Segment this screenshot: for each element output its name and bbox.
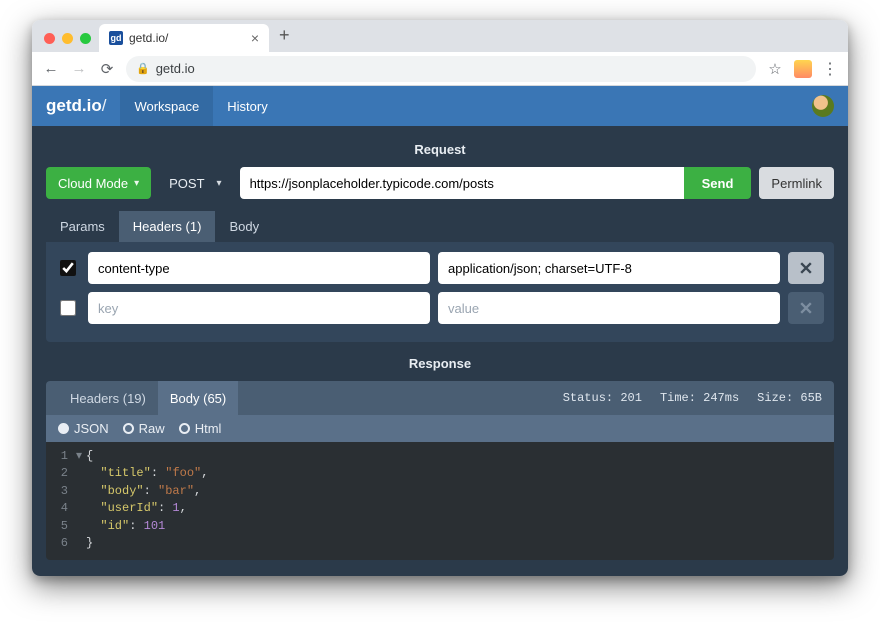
- response-body-code: 1▾{ 2 "title": "foo", 3 "body": "bar", 4…: [46, 442, 834, 560]
- address-bar[interactable]: 🔒 getd.io: [126, 56, 756, 82]
- response-format-selector: JSON Raw Html: [46, 415, 834, 442]
- radio-icon: [58, 423, 69, 434]
- permlink-button[interactable]: Permlink: [759, 167, 834, 199]
- response-tabs: Headers (19) Body (65): [58, 381, 238, 415]
- header-enabled-checkbox[interactable]: [56, 292, 80, 324]
- browser-tab[interactable]: gd getd.io/ ×: [99, 24, 269, 52]
- header-nav: Workspace History: [120, 86, 281, 126]
- format-html[interactable]: Html: [179, 421, 222, 436]
- header-enabled-checkbox[interactable]: [56, 252, 80, 284]
- header-value-input[interactable]: [438, 292, 780, 324]
- favicon-icon: gd: [109, 31, 123, 45]
- app-header: getd.io/ Workspace History: [32, 86, 848, 126]
- request-title: Request: [46, 142, 834, 157]
- tab-title: getd.io/: [129, 31, 168, 45]
- browser-tab-strip: gd getd.io/ × +: [32, 20, 848, 52]
- star-icon[interactable]: ☆: [766, 60, 784, 78]
- format-label: Raw: [139, 421, 165, 436]
- browser-window: gd getd.io/ × + ← → ⟳ 🔒 getd.io ☆ ⋮ getd…: [32, 20, 848, 576]
- url-box: Send: [240, 167, 752, 199]
- browser-chrome: gd getd.io/ × + ← → ⟳ 🔒 getd.io ☆ ⋮: [32, 20, 848, 86]
- line-number: 2: [46, 465, 76, 482]
- kebab-menu-icon[interactable]: ⋮: [822, 59, 838, 79]
- response-tab-body[interactable]: Body (65): [158, 381, 238, 415]
- close-tab-icon[interactable]: ×: [251, 30, 259, 46]
- avatar[interactable]: [812, 95, 834, 117]
- header-key-input[interactable]: [88, 292, 430, 324]
- size-text: Size: 65B: [757, 391, 822, 405]
- fold-icon[interactable]: ▾: [76, 448, 86, 465]
- response-tab-headers[interactable]: Headers (19): [58, 381, 158, 415]
- address-url: getd.io: [156, 61, 195, 76]
- maximize-window-icon[interactable]: [80, 33, 91, 44]
- status-text: Status: 201: [563, 391, 642, 405]
- tab-headers[interactable]: Headers (1): [119, 211, 216, 242]
- header-row: [56, 252, 824, 284]
- delete-header-button[interactable]: [788, 252, 824, 284]
- line-number: 1: [46, 448, 76, 465]
- lock-icon: 🔒: [136, 62, 150, 75]
- line-number: 6: [46, 535, 76, 552]
- tab-body[interactable]: Body: [215, 211, 273, 242]
- response-title: Response: [46, 356, 834, 371]
- http-method-label: POST: [169, 176, 204, 191]
- format-raw[interactable]: Raw: [123, 421, 165, 436]
- line-number: 3: [46, 483, 76, 500]
- close-window-icon[interactable]: [44, 33, 55, 44]
- headers-panel: [46, 242, 834, 342]
- radio-icon: [179, 423, 190, 434]
- response-meta: Status: 201 Time: 247ms Size: 65B: [563, 391, 822, 405]
- minimize-window-icon[interactable]: [62, 33, 73, 44]
- request-tabs: Params Headers (1) Body: [46, 211, 834, 242]
- tab-params[interactable]: Params: [46, 211, 119, 242]
- header-row-empty: [56, 292, 824, 324]
- window-controls: [40, 33, 99, 52]
- cloud-mode-button[interactable]: Cloud Mode ▾: [46, 167, 151, 199]
- request-controls: Cloud Mode ▾ POST ▾ Send Permlink: [46, 167, 834, 199]
- cloud-mode-label: Cloud Mode: [58, 176, 128, 191]
- format-label: JSON: [74, 421, 109, 436]
- format-json[interactable]: JSON: [58, 421, 109, 436]
- new-tab-button[interactable]: +: [269, 25, 300, 52]
- send-button[interactable]: Send: [684, 167, 752, 199]
- header-key-input[interactable]: [88, 252, 430, 284]
- line-number: 4: [46, 500, 76, 517]
- browser-toolbar: ← → ⟳ 🔒 getd.io ☆ ⋮: [32, 52, 848, 86]
- time-text: Time: 247ms: [660, 391, 739, 405]
- line-number: 5: [46, 518, 76, 535]
- nav-history[interactable]: History: [213, 86, 281, 126]
- response-bar: Headers (19) Body (65) Status: 201 Time:…: [46, 381, 834, 415]
- close-icon: [800, 302, 812, 314]
- close-icon: [800, 262, 812, 274]
- reload-icon[interactable]: ⟳: [98, 60, 116, 78]
- http-method-select[interactable]: POST ▾: [159, 167, 231, 199]
- chevron-down-icon: ▾: [217, 178, 222, 189]
- nav-workspace[interactable]: Workspace: [120, 86, 213, 126]
- delete-header-button-disabled: [788, 292, 824, 324]
- back-icon[interactable]: ←: [42, 60, 60, 77]
- format-label: Html: [195, 421, 222, 436]
- radio-icon: [123, 423, 134, 434]
- brand-text: getd.io: [46, 96, 102, 115]
- profile-icon[interactable]: [794, 60, 812, 78]
- forward-icon[interactable]: →: [70, 60, 88, 77]
- brand-slash: /: [102, 96, 107, 115]
- brand-logo[interactable]: getd.io/: [46, 96, 106, 116]
- chevron-down-icon: ▾: [134, 178, 139, 189]
- page-body: Request Cloud Mode ▾ POST ▾ Send Permlin…: [32, 126, 848, 576]
- request-url-input[interactable]: [240, 167, 684, 199]
- header-value-input[interactable]: [438, 252, 780, 284]
